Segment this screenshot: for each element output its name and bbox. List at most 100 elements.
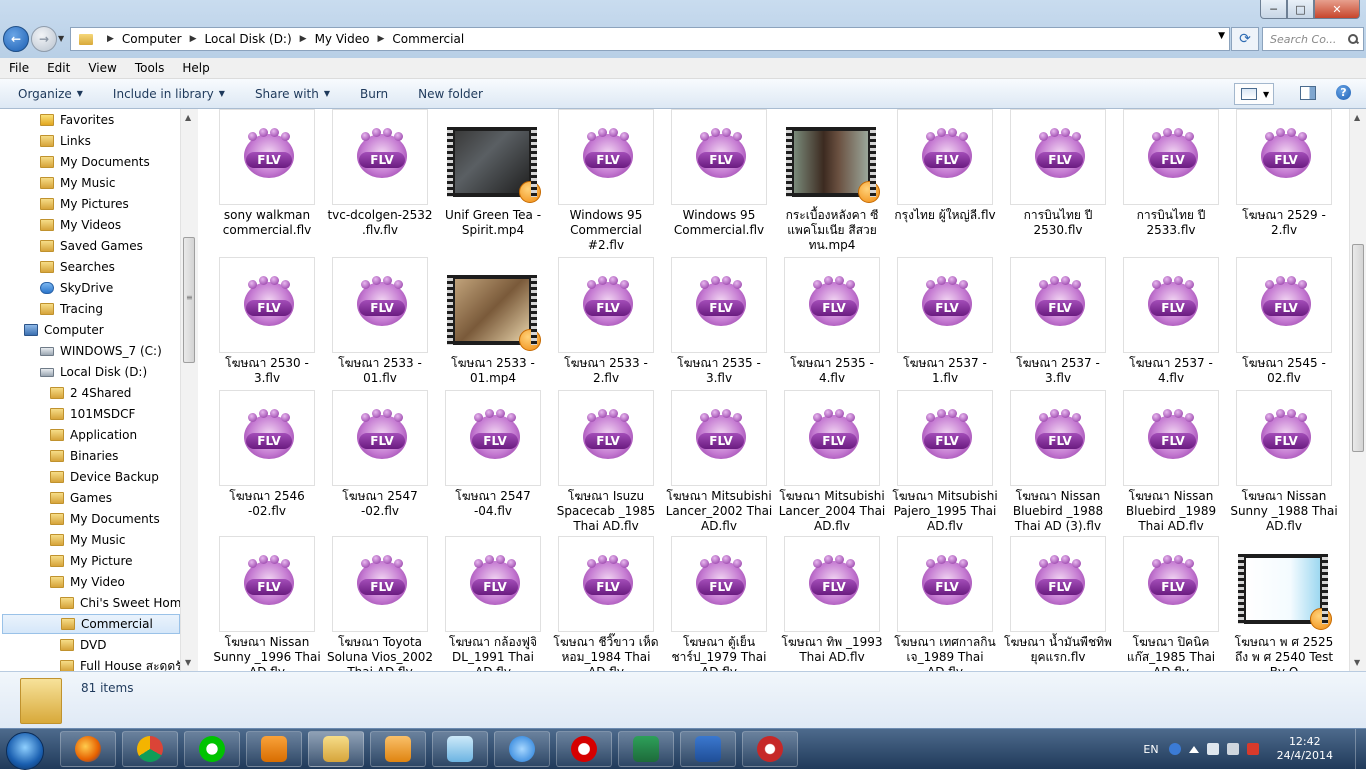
sidebar-item[interactable]: My Pictures [40, 194, 129, 214]
file-item[interactable]: FLV โฆษณา ทิพ _1993 Thai AD.flv [777, 536, 887, 665]
speaker-icon[interactable] [1226, 743, 1239, 755]
file-item[interactable]: FLV โฆษณา 2537 - 1.flv [890, 257, 1000, 386]
maximize-button[interactable]: □ [1287, 0, 1314, 19]
file-item[interactable]: FLV โฆษณา Nissan Bluebird _1988 Thai AD (… [1003, 390, 1113, 534]
show-hidden-icons-icon[interactable] [1188, 745, 1199, 753]
sidebar-item[interactable]: SkyDrive [40, 278, 113, 298]
breadcrumb-commercial[interactable]: Commercial [392, 32, 464, 46]
taskbar-notepad-button[interactable] [432, 731, 488, 767]
close-button[interactable]: ✕ [1314, 0, 1360, 19]
file-item[interactable]: โฆษณา 2533 - 01.mp4 [438, 257, 548, 386]
file-item[interactable]: FLV โฆษณา เทศกาลกินเจ_1989 Thai AD.flv [890, 536, 1000, 671]
sidebar-item[interactable]: DVD [60, 635, 106, 655]
file-item[interactable]: FLV โฆษณา ปิคนิคแก๊ส_1985 Thai AD.flv [1116, 536, 1226, 671]
chevron-right-icon[interactable]: ▶ [377, 34, 384, 44]
file-item[interactable]: Unif Green Tea - Spirit.mp4 [438, 109, 548, 238]
sidebar-item[interactable]: My Documents [40, 152, 150, 172]
menu-edit[interactable]: Edit [38, 61, 79, 75]
sidebar-item[interactable]: Commercial [2, 614, 180, 634]
file-item[interactable]: FLV โฆษณา 2535 - 3.flv [664, 257, 774, 386]
sidebar-item[interactable]: My Video [50, 572, 125, 592]
file-item[interactable]: FLV โฆษณา Isuzu Spacecab _1985 Thai AD.fl… [551, 390, 661, 534]
sidebar-item[interactable]: My Videos [40, 215, 121, 235]
forward-button[interactable]: → [31, 26, 57, 52]
scroll-up-icon[interactable]: ▲ [1354, 113, 1360, 122]
sidebar-item[interactable]: Computer [24, 320, 104, 340]
sidebar-item[interactable]: Links [40, 131, 91, 151]
sidebar-item[interactable]: Device Backup [50, 467, 159, 487]
file-item[interactable]: FLV กรุงไทย ผู้ใหญ่ลี.flv [890, 109, 1000, 223]
file-item[interactable]: FLV โฆษณา 2533 - 01.flv [325, 257, 435, 386]
file-item[interactable]: FLV โฆษณา Toyota Soluna Vios_2002 Thai AD… [325, 536, 435, 671]
language-indicator[interactable]: EN [1143, 743, 1158, 756]
file-item[interactable]: FLV โฆษณา 2533 - 2.flv [551, 257, 661, 386]
file-item[interactable]: FLV โฆษณา Mitsubishi Pajero_1995 Thai AD.… [890, 390, 1000, 534]
share-with-button[interactable]: Share with ▼ [246, 87, 339, 101]
chevron-down-icon[interactable]: ▼ [1263, 90, 1269, 99]
file-item[interactable]: FLV sony walkman commercial.flv [212, 109, 322, 238]
nav-scroll-thumb[interactable]: ≡ [183, 237, 195, 363]
refresh-button[interactable]: ⟳ [1231, 27, 1259, 51]
menu-help[interactable]: Help [173, 61, 218, 75]
taskbar-line-button[interactable] [184, 731, 240, 767]
change-view-button[interactable]: ▼ [1234, 83, 1274, 105]
content-scrollbar[interactable]: ▲ ▼ [1349, 109, 1366, 671]
network-icon[interactable] [1206, 743, 1219, 755]
taskbar-opera-button[interactable] [556, 731, 612, 767]
sidebar-item[interactable]: My Music [50, 530, 125, 550]
clock[interactable]: 12:42 24/4/2014 [1277, 735, 1333, 763]
file-item[interactable]: FLV โฆษณา น้ำมันพืชทิพ ยุคแรก.flv [1003, 536, 1113, 665]
file-item[interactable]: กระเบื้องหลังคา ซีแพคโมเนีย สีสวยทน.mp4 [777, 109, 887, 253]
sidebar-item[interactable]: 101MSDCF [50, 404, 135, 424]
minimize-button[interactable]: ─ [1260, 0, 1287, 19]
chevron-right-icon[interactable]: ▶ [300, 34, 307, 44]
sidebar-item[interactable]: My Music [40, 173, 115, 193]
organize-button[interactable]: Organize ▼ [9, 87, 92, 101]
file-item[interactable]: FLV โฆษณา ตู้เย็นชาร์ป_1979 Thai AD.flv [664, 536, 774, 671]
file-item[interactable]: FLV โฆษณา ชีวิ๊ขาว เห็ดหอม_1984 Thai AD.f… [551, 536, 661, 671]
scroll-down-icon[interactable]: ▼ [1354, 658, 1360, 667]
sidebar-item[interactable]: Saved Games [40, 236, 143, 256]
start-button[interactable] [6, 732, 44, 770]
nav-scrollbar[interactable]: ▲ ≡ ▼ [180, 109, 198, 671]
new-folder-button[interactable]: New folder [409, 87, 492, 101]
sidebar-item[interactable]: 2 4Shared [50, 383, 131, 403]
file-item[interactable]: โฆษณา พ ศ 2525 ถึง พ ศ 2540 Test By O [1229, 536, 1339, 671]
file-item[interactable]: FLV โฆษณา 2547 -04.flv [438, 390, 548, 519]
sidebar-item[interactable]: Binaries [50, 446, 118, 466]
search-icon[interactable] [1348, 33, 1359, 45]
taskbar-media-player-button[interactable] [246, 731, 302, 767]
sidebar-item[interactable]: Full House สะดุดรัก [60, 656, 189, 671]
chevron-right-icon[interactable]: ▶ [190, 34, 197, 44]
recent-pages-dropdown[interactable]: ▼ [58, 34, 64, 43]
sidebar-item[interactable]: My Documents [50, 509, 160, 529]
scroll-up-icon[interactable]: ▲ [185, 113, 191, 122]
file-item[interactable]: FLV การบินไทย ปี 2533.flv [1116, 109, 1226, 238]
sidebar-item[interactable]: Searches [40, 257, 115, 277]
taskbar-word-button[interactable] [680, 731, 736, 767]
back-button[interactable]: ← [3, 26, 29, 52]
file-item[interactable]: FLV โฆษณา 2529 - 2.flv [1229, 109, 1339, 238]
file-item[interactable]: FLV โฆษณา 2545 - 02.flv [1229, 257, 1339, 386]
file-item[interactable]: FLV โฆษณา 2537 - 4.flv [1116, 257, 1226, 386]
menu-tools[interactable]: Tools [126, 61, 174, 75]
breadcrumb-my-video[interactable]: My Video [315, 32, 370, 46]
search-input[interactable]: Search Co... [1262, 27, 1364, 51]
file-item[interactable]: FLV Windows 95 Commercial #2.flv [551, 109, 661, 253]
taskbar-downloader-button[interactable] [742, 731, 798, 767]
sidebar-item[interactable]: Application [50, 425, 137, 445]
menu-file[interactable]: File [0, 61, 38, 75]
sidebar-item[interactable]: Favorites [40, 110, 114, 130]
file-item[interactable]: FLV โฆษณา 2535 - 4.flv [777, 257, 887, 386]
preview-pane-icon[interactable] [1300, 86, 1316, 100]
file-item[interactable]: FLV โฆษณา Mitsubishi Lancer_2004 Thai AD.… [777, 390, 887, 534]
file-item[interactable]: FLV โฆษณา Nissan Bluebird _1989 Thai AD.f… [1116, 390, 1226, 534]
file-item[interactable]: FLV โฆษณา 2537 - 3.flv [1003, 257, 1113, 386]
burn-button[interactable]: Burn [351, 87, 397, 101]
file-item[interactable]: FLV โฆษณา Nissan Sunny _1988 Thai AD.flv [1229, 390, 1339, 534]
file-item[interactable]: FLV การบินไทย ปี 2530.flv [1003, 109, 1113, 238]
sidebar-item[interactable]: Tracing [40, 299, 103, 319]
content-scroll-thumb[interactable] [1352, 244, 1364, 452]
chevron-right-icon[interactable]: ▶ [107, 34, 114, 44]
file-item[interactable]: FLV Windows 95 Commercial.flv [664, 109, 774, 238]
